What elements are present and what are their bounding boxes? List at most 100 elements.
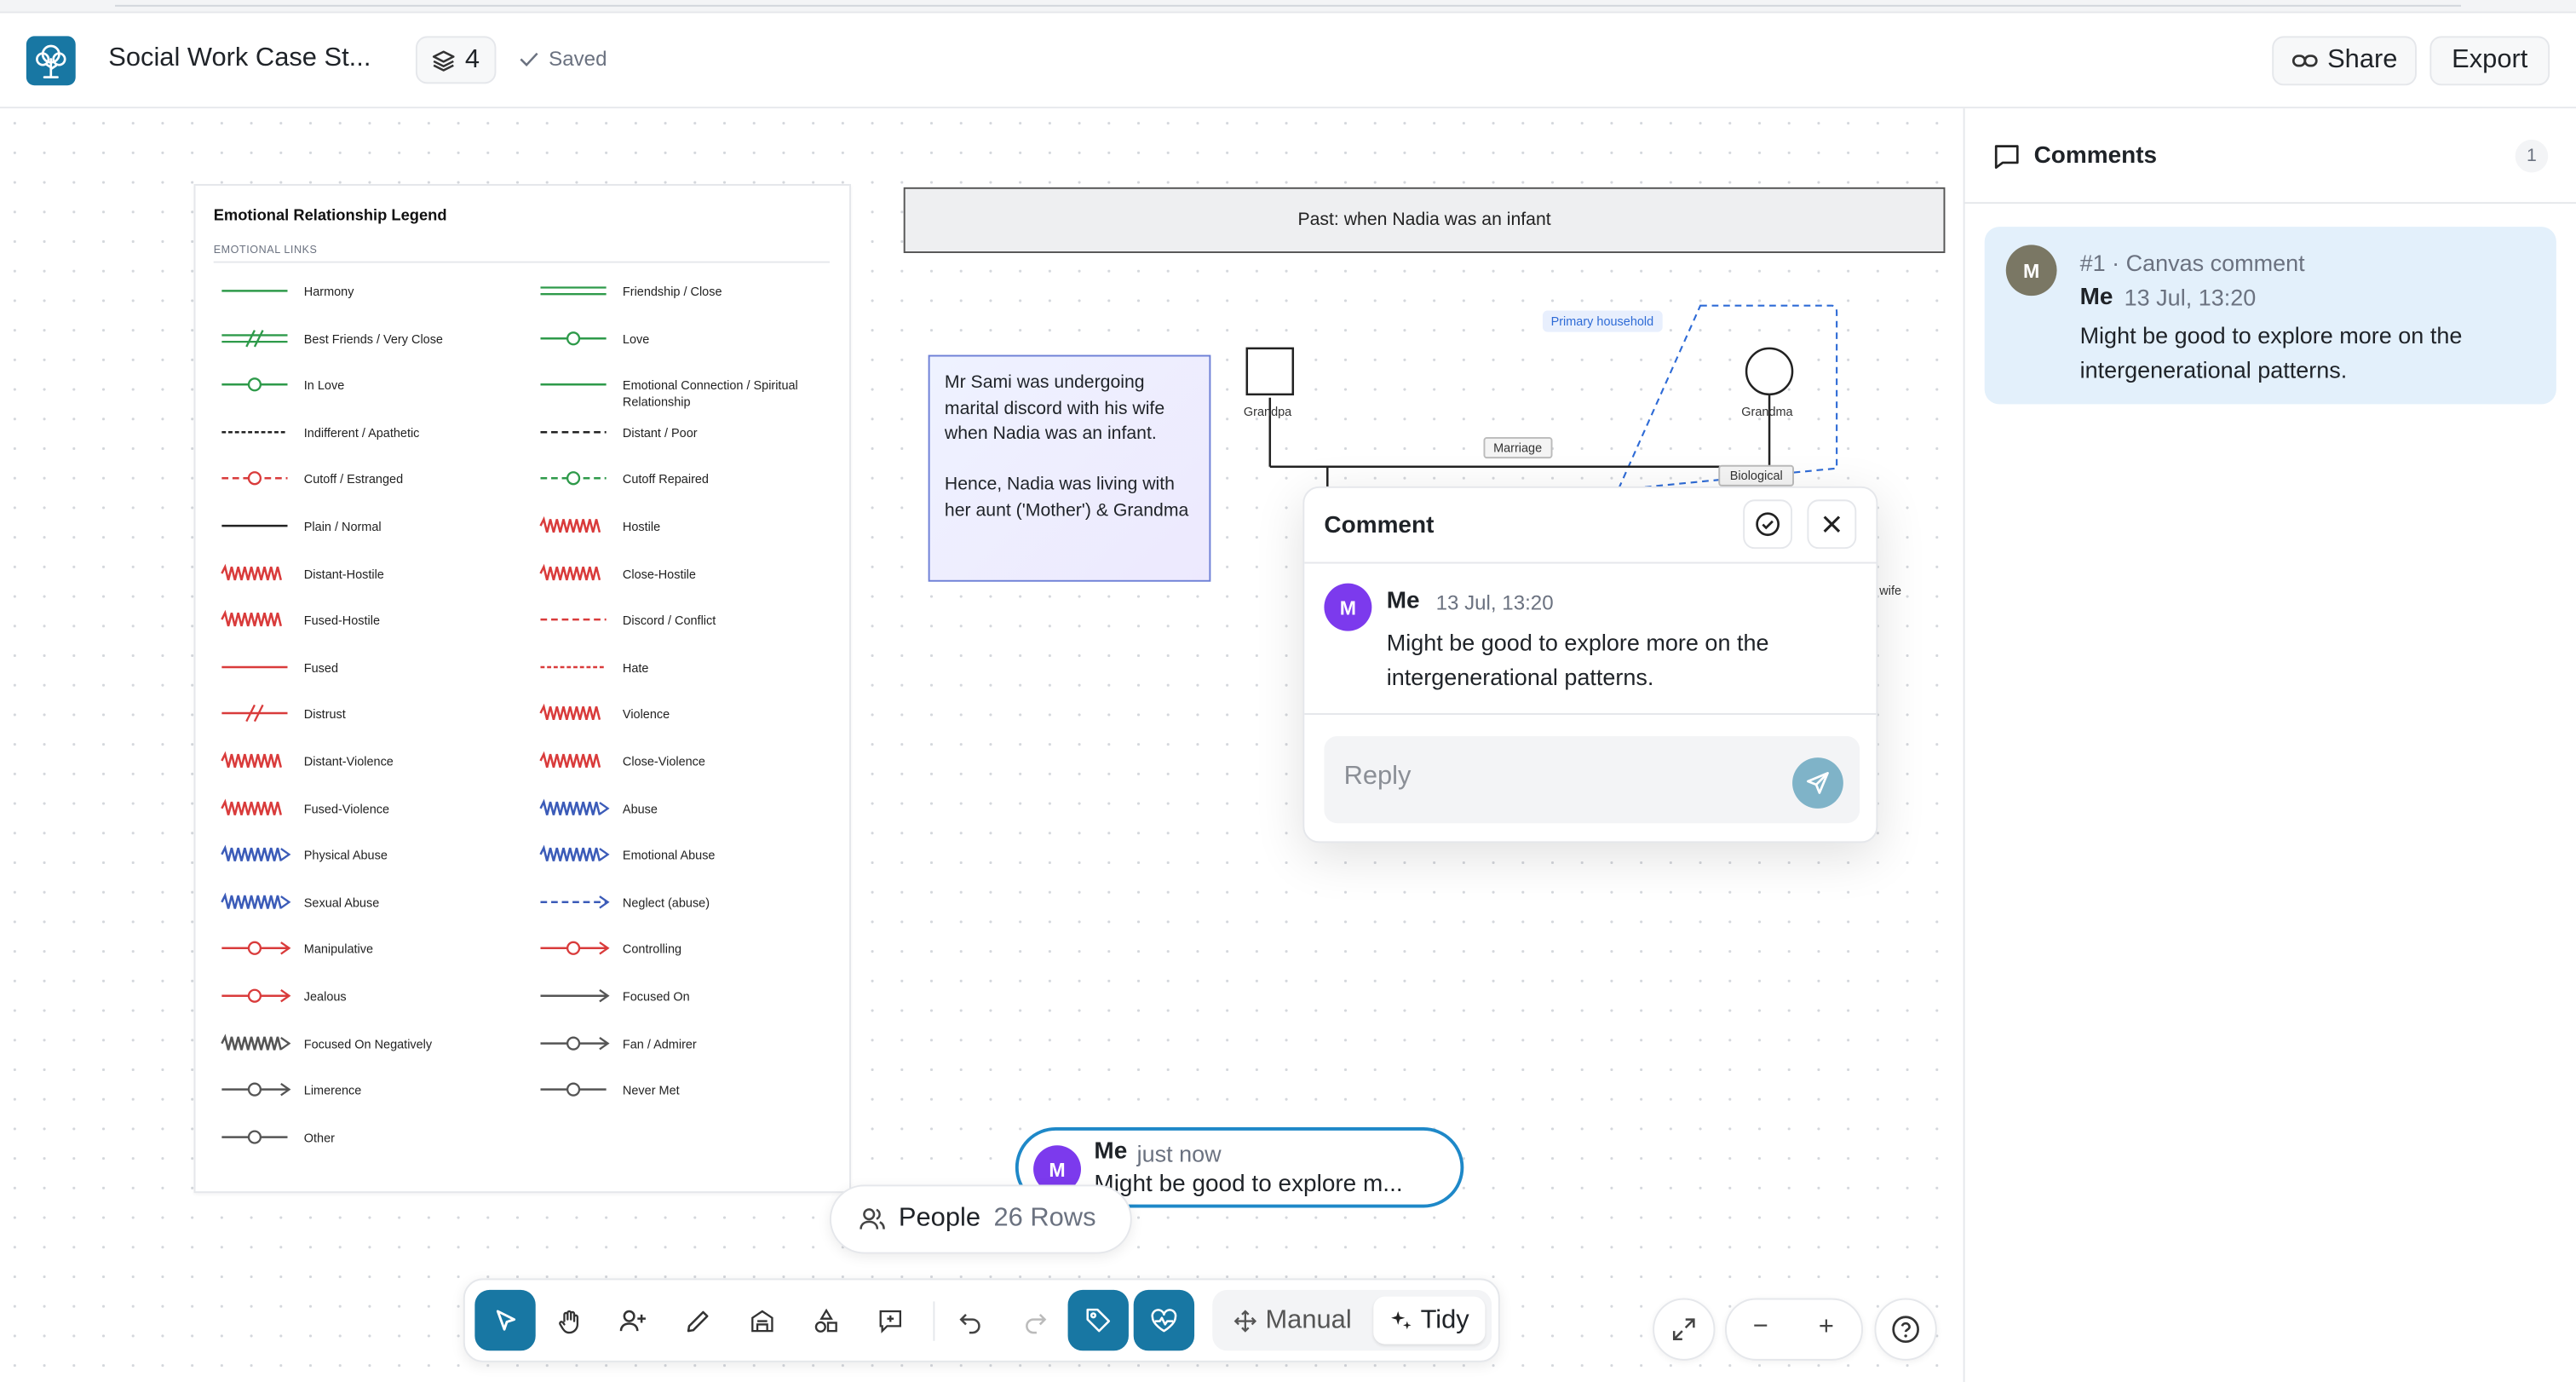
relationships-toggle-button[interactable] bbox=[1133, 1289, 1195, 1351]
legend-item-label: In Love bbox=[303, 377, 345, 394]
shapes-tool-button[interactable] bbox=[795, 1290, 855, 1350]
popover-divider bbox=[1304, 712, 1877, 715]
legend-item-label: Harmony bbox=[303, 284, 354, 299]
app-header: Social Work Case St... 4 Saved Share Exp… bbox=[0, 13, 2576, 109]
comment-author: Me bbox=[2079, 284, 2113, 311]
grandpa-label: Grandpa bbox=[1243, 404, 1292, 419]
legend-item-label: Friendship / Close bbox=[622, 284, 722, 299]
comments-count-badge: 1 bbox=[2515, 139, 2549, 173]
pencil-icon bbox=[686, 1310, 708, 1332]
marriage-label[interactable]: Marriage bbox=[1483, 436, 1552, 459]
comment-time: 13 Jul, 13:20 bbox=[1435, 591, 1554, 615]
comment-meta: #1 · Canvas comment bbox=[2079, 250, 2305, 276]
legend-panel[interactable]: Emotional Relationship Legend EMOTIONAL … bbox=[193, 183, 851, 1194]
browser-top-strip bbox=[0, 0, 2576, 14]
close-icon bbox=[1823, 515, 1841, 533]
tag-icon bbox=[1086, 1308, 1111, 1333]
hand-icon bbox=[558, 1309, 578, 1333]
primary-household-boundary bbox=[1616, 304, 1838, 491]
resolve-button[interactable] bbox=[1743, 499, 1793, 550]
legend-subtitle: EMOTIONAL LINKS bbox=[213, 245, 318, 256]
popover-divider bbox=[1304, 561, 1877, 564]
check-circle-icon bbox=[1756, 512, 1780, 537]
help-icon bbox=[1892, 1316, 1919, 1344]
legend-item-label: Love bbox=[622, 331, 650, 347]
note-text-2: Hence, Nadia was living with her aunt ('… bbox=[944, 475, 1189, 521]
people-rows-card[interactable]: People 26 Rows bbox=[829, 1184, 1132, 1254]
sparkles-icon bbox=[1390, 1310, 1412, 1329]
building-tool-button[interactable] bbox=[731, 1290, 791, 1350]
comment-popover: Comment M Me 13 Jul, 13:20 Might be good… bbox=[1302, 486, 1878, 844]
reply-input[interactable]: Reply bbox=[1324, 735, 1860, 824]
comment-time: 13 Jul, 13:20 bbox=[2124, 284, 2257, 311]
legend-item-label: Distant / Poor bbox=[622, 425, 698, 441]
period-banner[interactable]: Past: when Nadia was an infant bbox=[903, 187, 1946, 253]
shapes-icon bbox=[814, 1307, 837, 1332]
redo-icon bbox=[1025, 1313, 1046, 1333]
help-button[interactable] bbox=[1874, 1298, 1937, 1361]
legend-item-label: Close-Violence bbox=[622, 754, 705, 769]
grandpa-node[interactable] bbox=[1245, 347, 1295, 396]
app-logo-icon[interactable] bbox=[26, 36, 76, 86]
comment-card[interactable]: M #1 · Canvas comment Me 13 Jul, 13:20 M… bbox=[1984, 227, 2556, 405]
biological-label[interactable]: Biological bbox=[1718, 464, 1795, 487]
send-icon bbox=[1807, 772, 1829, 794]
export-button[interactable]: Export bbox=[2429, 36, 2550, 86]
legend-item-label: Never Met bbox=[622, 1083, 680, 1098]
add-person-button[interactable] bbox=[603, 1290, 664, 1350]
legend-item-label: Limerence bbox=[303, 1083, 362, 1098]
avatar: M bbox=[1324, 583, 1372, 631]
legend-item-label: Physical Abuse bbox=[303, 848, 388, 863]
rows-label: People bbox=[898, 1204, 981, 1233]
legend-item-label: Controlling bbox=[622, 941, 682, 958]
undo-icon bbox=[958, 1313, 980, 1333]
add-comment-button[interactable] bbox=[860, 1290, 920, 1350]
legend-item-label: Distant-Violence bbox=[303, 754, 394, 769]
household-tag[interactable]: Primary household bbox=[1542, 310, 1662, 332]
manual-mode-button[interactable]: Manual bbox=[1219, 1297, 1367, 1345]
select-tool-button[interactable] bbox=[474, 1289, 536, 1351]
bubble-time: just now bbox=[1136, 1140, 1222, 1167]
legend-item-label: Cutoff / Estranged bbox=[303, 472, 404, 487]
legend-item-label: Other bbox=[303, 1130, 335, 1145]
comment-plus-icon bbox=[878, 1309, 901, 1333]
share-label: Share bbox=[2327, 45, 2398, 74]
reply-placeholder: Reply bbox=[1343, 762, 1412, 791]
legend-item-label: Plain / Normal bbox=[303, 519, 382, 534]
toolbar-divider bbox=[933, 1301, 935, 1341]
layout-mode-toggle: Manual Tidy bbox=[1212, 1289, 1492, 1351]
manual-label: Manual bbox=[1265, 1305, 1352, 1334]
send-button[interactable] bbox=[1792, 757, 1843, 809]
sticky-note[interactable]: Mr Sami was undergoing marital discord w… bbox=[928, 354, 1211, 582]
comment-icon bbox=[1994, 145, 2019, 170]
panel-divider bbox=[1964, 202, 2576, 204]
save-status: Saved bbox=[519, 48, 607, 71]
zoom-in-button[interactable]: + bbox=[1819, 1313, 1834, 1343]
legend-item-label: Discord / Conflict bbox=[622, 613, 716, 629]
tidy-mode-button[interactable]: Tidy bbox=[1373, 1296, 1486, 1345]
document-title[interactable]: Social Work Case St... bbox=[108, 44, 371, 74]
avatar: M bbox=[2005, 245, 2057, 297]
undo-button[interactable] bbox=[940, 1290, 1000, 1350]
redo-button[interactable] bbox=[1003, 1290, 1064, 1350]
legend-item-label: Violence bbox=[622, 707, 670, 723]
legend-item-label: Best Friends / Very Close bbox=[303, 331, 443, 347]
share-button[interactable]: Share bbox=[2272, 36, 2417, 86]
layers-icon bbox=[432, 49, 455, 71]
legend-item-label: Indifferent / Apathetic bbox=[303, 425, 420, 441]
legend-item-label: Jealous bbox=[303, 988, 347, 1005]
layers-button[interactable]: 4 bbox=[415, 36, 497, 84]
fit-view-button[interactable] bbox=[1653, 1298, 1716, 1361]
close-button[interactable] bbox=[1807, 499, 1857, 550]
zoom-out-button[interactable]: − bbox=[1753, 1313, 1768, 1343]
user-plus-icon bbox=[619, 1309, 646, 1331]
comment-author: Me bbox=[1386, 588, 1420, 615]
labels-toggle-button[interactable] bbox=[1067, 1289, 1129, 1351]
building-icon bbox=[750, 1309, 773, 1332]
grandma-node[interactable] bbox=[1745, 347, 1794, 396]
banner-text: Past: when Nadia was an infant bbox=[1297, 210, 1551, 230]
legend-item-label: Fan / Admirer bbox=[622, 1036, 697, 1051]
draw-tool-button[interactable] bbox=[667, 1290, 727, 1350]
pan-tool-button[interactable] bbox=[539, 1290, 600, 1350]
legend-item-label: Fused-Violence bbox=[303, 801, 390, 816]
